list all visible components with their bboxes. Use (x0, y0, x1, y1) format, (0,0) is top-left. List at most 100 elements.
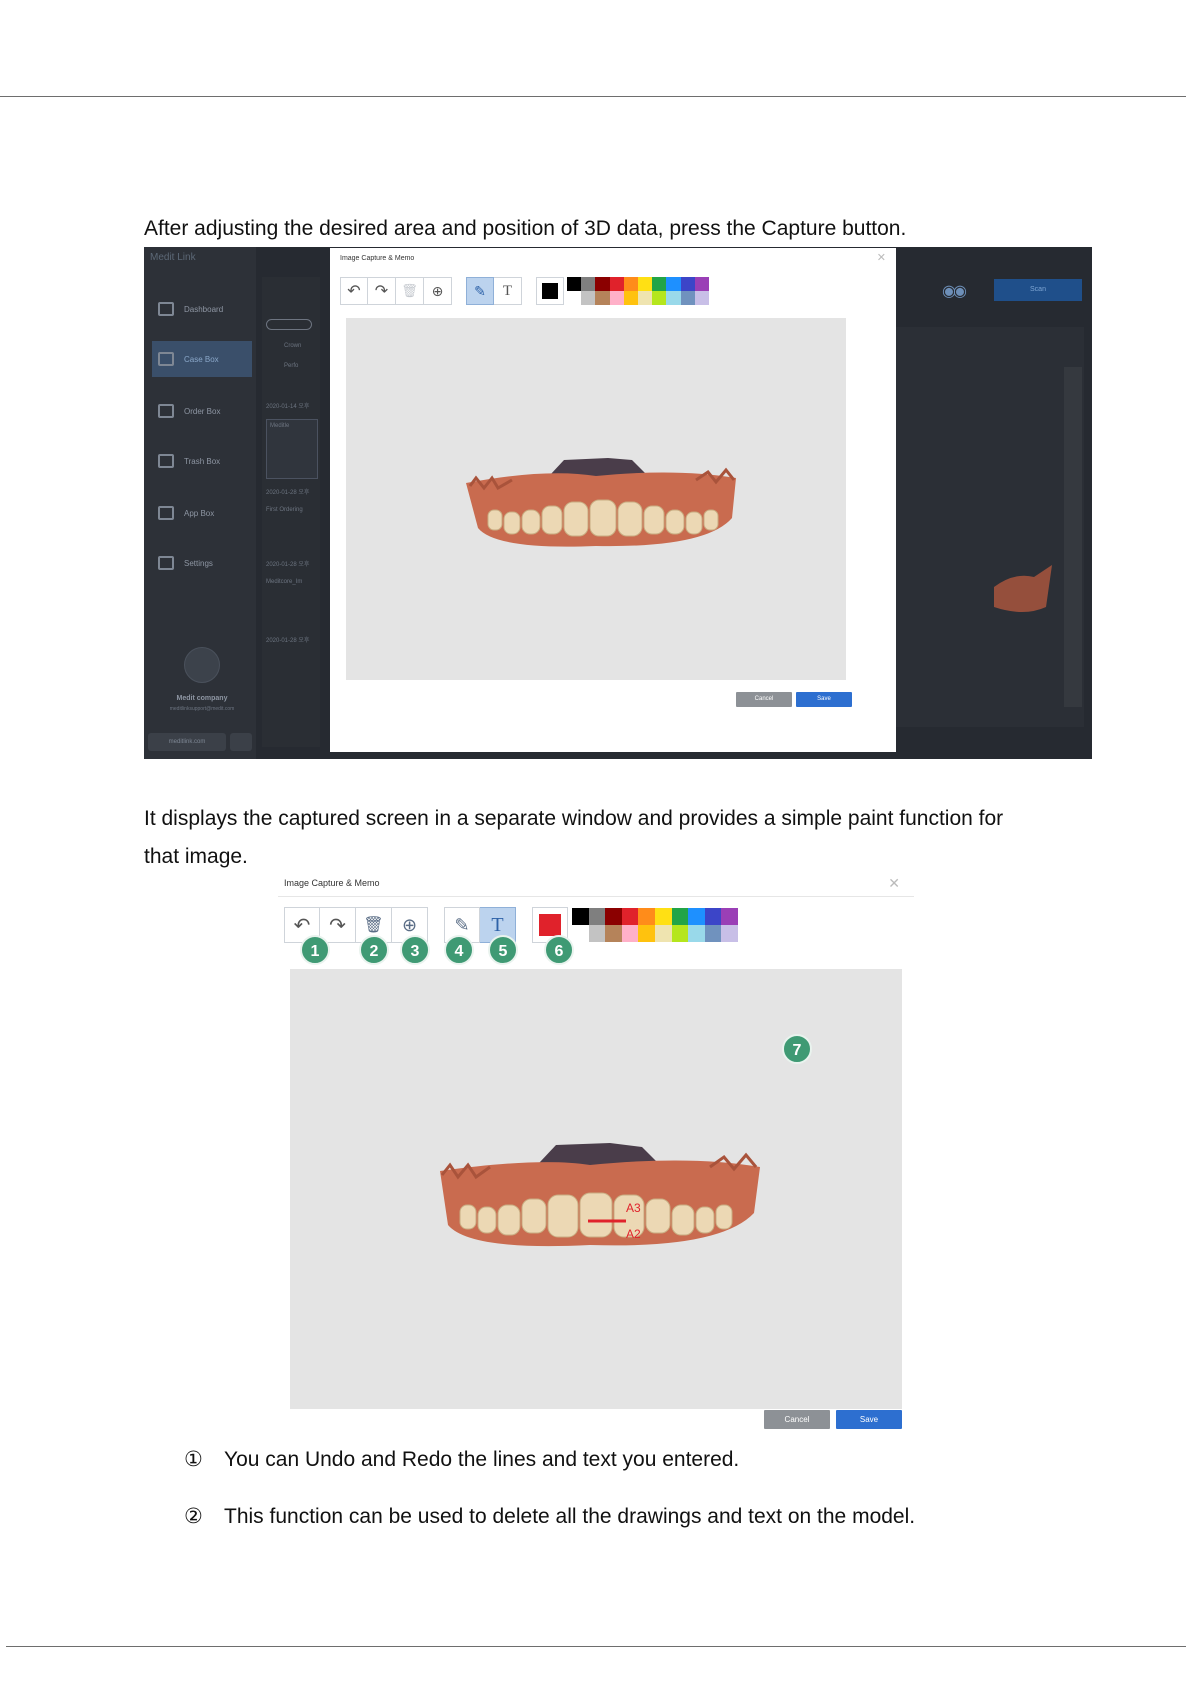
color-swatch[interactable] (694, 291, 709, 305)
callout-badge-3: 3 (400, 935, 430, 965)
list-item: 2020-01-28 오후 (266, 490, 310, 496)
dialog-toolbar: ↶ ↷ 🗑 ⊕ ✎ T (340, 277, 709, 305)
color-swatch[interactable] (680, 277, 695, 291)
color-palette[interactable] (567, 277, 709, 305)
color-swatch[interactable] (655, 908, 672, 925)
list-item: 2020-01-28 오후 (266, 562, 310, 568)
text-icon: T (491, 913, 504, 936)
color-swatch[interactable] (680, 291, 695, 305)
capture-canvas[interactable]: A3 A2 (290, 969, 902, 1409)
status-chip[interactable] (266, 319, 312, 330)
sidebar-item-case-box[interactable]: Case Box (152, 341, 252, 377)
color-swatch[interactable] (652, 277, 667, 291)
list-item: 2020-01-28 오후 (266, 638, 310, 644)
capture-dialog-closeup: Image Capture & Memo ✕ ↶ ↷ 🗑 ⊕ ✎ T 1 2 3… (278, 875, 914, 1435)
color-swatch[interactable] (637, 291, 653, 305)
sidebar-item-order-box[interactable]: Order Box (152, 393, 252, 429)
sidebar-item-trash-box[interactable]: Trash Box (152, 443, 252, 479)
text-button[interactable]: T (494, 277, 522, 305)
color-swatch[interactable] (572, 925, 589, 942)
app-sidebar: Medit Link Dashboard Case Box Order Box … (144, 247, 256, 759)
save-button[interactable]: Save (796, 692, 852, 707)
color-swatch[interactable] (609, 291, 624, 305)
sidebar-item-dashboard[interactable]: Dashboard (152, 291, 252, 327)
color-swatch[interactable] (655, 925, 672, 942)
avatar[interactable] (184, 647, 220, 683)
sidebar-item-app-box[interactable]: App Box (152, 495, 252, 531)
capture-canvas[interactable] (346, 318, 846, 680)
sidebar-item-settings[interactable]: Settings (152, 545, 252, 581)
teeth-model-image (466, 458, 736, 547)
color-swatch[interactable] (581, 277, 596, 291)
note-text: You can Undo and Redo the lines and text… (224, 1448, 740, 1471)
close-icon[interactable]: ✕ (877, 251, 886, 264)
redo-button[interactable]: ↷ (368, 277, 396, 305)
trash-box-icon (158, 454, 174, 468)
zoom-icon: ⊕ (431, 282, 444, 299)
color-swatch[interactable] (721, 925, 738, 942)
undo-button[interactable]: ↶ (340, 277, 368, 305)
color-swatch[interactable] (671, 908, 689, 925)
color-swatch[interactable] (704, 908, 722, 925)
view-toggle-icon[interactable]: ◉◉ (942, 281, 967, 301)
pen-button[interactable]: ✎ (466, 277, 494, 305)
scan-button[interactable]: Scan (994, 279, 1082, 301)
note-2: ② This function can be used to delete all… (184, 1502, 915, 1532)
color-swatch[interactable] (588, 925, 606, 942)
color-swatch[interactable] (605, 925, 622, 942)
redo-button[interactable]: ↷ (320, 907, 356, 943)
undo-icon: ↶ (293, 914, 311, 937)
color-swatch[interactable] (637, 277, 653, 291)
color-swatch[interactable] (721, 908, 738, 925)
delete-button[interactable]: 🗑 (396, 277, 424, 305)
color-swatch[interactable] (609, 277, 624, 291)
color-palette[interactable] (572, 908, 738, 942)
zoom-button[interactable]: ⊕ (424, 277, 452, 305)
color-swatch[interactable] (581, 291, 596, 305)
cancel-button[interactable]: Cancel (736, 692, 792, 707)
scrollbar[interactable] (1064, 367, 1082, 707)
color-swatch[interactable] (595, 277, 610, 291)
pen-icon: ✎ (474, 282, 486, 299)
sidebar-item-label: Case Box (184, 354, 219, 364)
color-swatch[interactable] (572, 908, 589, 925)
help-button[interactable] (230, 733, 252, 751)
color-swatch[interactable] (694, 277, 709, 291)
close-icon[interactable]: ✕ (888, 875, 900, 892)
color-swatch[interactable] (671, 925, 689, 942)
footer-link[interactable]: meditlink.com (148, 733, 226, 751)
description-line-2: that image. (144, 845, 248, 868)
annotation-label-top: A3 (626, 1201, 641, 1215)
color-swatch[interactable] (621, 925, 639, 942)
color-swatch[interactable] (666, 291, 681, 305)
color-swatch[interactable] (623, 291, 638, 305)
color-swatch[interactable] (652, 291, 667, 305)
cancel-button[interactable]: Cancel (764, 1410, 830, 1429)
color-swatch[interactable] (567, 291, 582, 305)
background-model (994, 565, 1052, 612)
list-item: Perfo (284, 363, 299, 369)
trash-icon: 🗑 (401, 283, 418, 298)
sidebar-item-label: App Box (184, 508, 215, 518)
color-swatch[interactable] (688, 908, 705, 925)
color-swatch[interactable] (588, 908, 606, 925)
color-swatch[interactable] (638, 908, 655, 925)
sidebar-item-label: Order Box (184, 406, 221, 416)
image-capture-dialog: Image Capture & Memo ✕ ↶ ↷ 🗑 ⊕ ✎ T Cance… (330, 248, 896, 752)
list-item: First Ordering (266, 507, 303, 513)
color-swatch[interactable] (688, 925, 705, 942)
color-swatch[interactable] (704, 925, 722, 942)
color-swatch[interactable] (638, 925, 655, 942)
color-swatch[interactable] (567, 277, 582, 291)
color-swatch[interactable] (621, 908, 639, 925)
color-swatch[interactable] (605, 908, 622, 925)
color-swatch[interactable] (595, 291, 610, 305)
color-swatch[interactable] (666, 277, 681, 291)
save-button[interactable]: Save (836, 1410, 902, 1429)
note-number: ① (184, 1448, 203, 1471)
current-color[interactable] (536, 277, 564, 305)
dialog-title: Image Capture & Memo (284, 878, 380, 888)
zoom-icon: ⊕ (401, 914, 418, 935)
color-swatch[interactable] (623, 277, 638, 291)
header-rule (0, 96, 1186, 97)
